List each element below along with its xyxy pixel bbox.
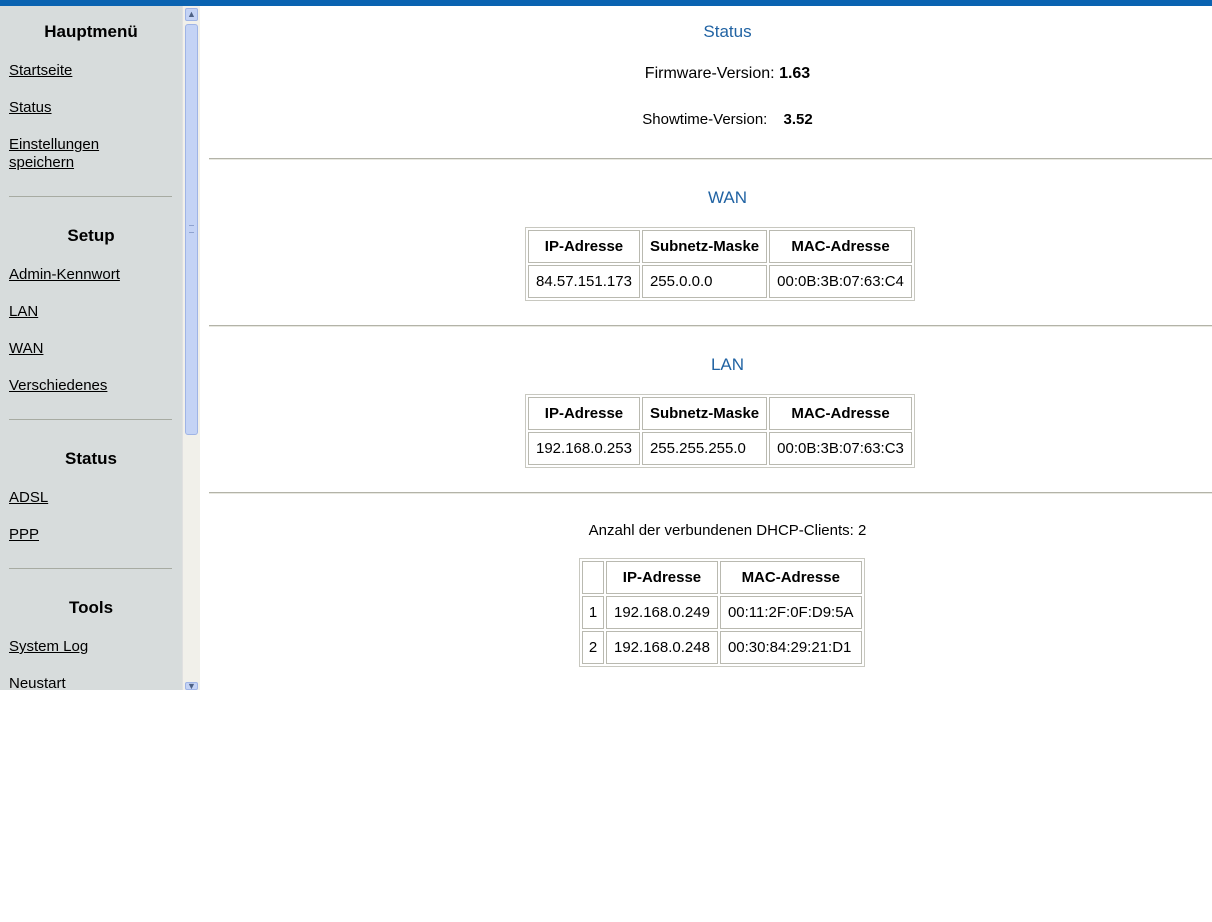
sidebar-divider xyxy=(9,419,172,420)
showtime-version-line: Showtime-Version: 3.52 xyxy=(199,111,1212,128)
dhcp-clients-table: IP-Adresse MAC-Adresse 1 192.168.0.249 0… xyxy=(579,558,865,667)
client-mac: 00:11:2F:0F:D9:5A xyxy=(719,596,862,629)
table-header-row: IP-Adresse Subnetz-Maske MAC-Adresse xyxy=(528,230,912,263)
row-index: 1 xyxy=(582,596,604,629)
column-header: IP-Adresse xyxy=(528,397,640,430)
client-mac: 00:30:84:29:21:D1 xyxy=(719,631,862,664)
client-ip: 192.168.0.249 xyxy=(606,596,718,629)
sidebar-link-admin-kennwort[interactable]: Admin-Kennwort xyxy=(9,266,120,284)
sidebar-link-ppp[interactable]: PPP xyxy=(9,526,39,544)
wan-mac: 00:0B:3B:07:63:C4 xyxy=(769,265,912,298)
sidebar-link-verschiedenes[interactable]: Verschiedenes xyxy=(9,377,107,395)
main-content: Status Firmware-Version: 1.63 Showtime-V… xyxy=(199,6,1212,690)
table-row: 192.168.0.253 255.255.255.0 00:0B:3B:07:… xyxy=(528,432,912,465)
showtime-value: 3.52 xyxy=(783,111,813,128)
column-header: MAC-Adresse xyxy=(769,397,912,430)
grip-icon xyxy=(189,225,194,233)
wan-ip: 84.57.151.173 xyxy=(528,265,640,298)
sidebar-link-lan[interactable]: LAN xyxy=(9,303,38,321)
chevron-up-icon[interactable]: ▲ xyxy=(185,8,198,21)
column-header: Subnetz-Maske xyxy=(641,230,768,263)
sidebar-link-wan[interactable]: WAN xyxy=(9,340,43,358)
sidebar-link-system-log[interactable]: System Log xyxy=(9,638,88,656)
wan-subnet: 255.0.0.0 xyxy=(641,265,768,298)
dhcp-client-count: Anzahl der verbundenen DHCP-Clients: 2 xyxy=(588,522,867,539)
lan-table: IP-Adresse Subnetz-Maske MAC-Adresse 192… xyxy=(525,394,915,468)
column-header: MAC-Adresse xyxy=(719,561,862,594)
sidebar-divider xyxy=(9,196,172,197)
sidebar-heading-main: Hauptmenü xyxy=(44,22,138,41)
sidebar-link-einstellungen-speichern[interactable]: Einstellungen speichern xyxy=(9,136,119,172)
column-header: Subnetz-Maske xyxy=(641,397,768,430)
wan-heading: WAN xyxy=(707,188,748,207)
sidebar-heading-setup: Setup xyxy=(67,226,115,245)
wan-table: IP-Adresse Subnetz-Maske MAC-Adresse 84.… xyxy=(525,227,915,301)
firmware-version-line: Firmware-Version: 1.63 xyxy=(199,65,1212,83)
status-heading: Status xyxy=(703,22,752,41)
firmware-label: Firmware-Version: xyxy=(644,65,775,82)
sidebar-heading-tools: Tools xyxy=(68,598,114,617)
lan-subnet: 255.255.255.0 xyxy=(641,432,768,465)
client-ip: 192.168.0.248 xyxy=(606,631,718,664)
showtime-label: Showtime-Version: xyxy=(642,111,768,128)
sidebar-scrollbar[interactable]: ▲ ▼ xyxy=(182,6,200,691)
lan-mac: 00:0B:3B:07:63:C3 xyxy=(769,432,912,465)
lan-ip: 192.168.0.253 xyxy=(528,432,640,465)
column-header xyxy=(582,561,604,594)
table-row: 1 192.168.0.249 00:11:2F:0F:D9:5A xyxy=(582,596,862,629)
table-header-row: IP-Adresse MAC-Adresse xyxy=(582,561,862,594)
sidebar-link-adsl[interactable]: ADSL xyxy=(9,489,48,507)
section-divider xyxy=(209,158,1212,160)
scrollbar-thumb[interactable] xyxy=(185,24,198,435)
column-header: MAC-Adresse xyxy=(769,230,912,263)
table-row: 2 192.168.0.248 00:30:84:29:21:D1 xyxy=(582,631,862,664)
column-header: IP-Adresse xyxy=(528,230,640,263)
sidebar-nav: Hauptmenü Startseite Status Einstellunge… xyxy=(0,6,182,690)
sidebar-link-neustart[interactable]: Neustart xyxy=(9,675,66,690)
sidebar-heading-status: Status xyxy=(65,449,117,468)
firmware-value: 1.63 xyxy=(779,65,811,82)
column-header: IP-Adresse xyxy=(606,561,718,594)
chevron-down-icon[interactable]: ▼ xyxy=(185,682,198,691)
row-index: 2 xyxy=(582,631,604,664)
sidebar-link-status[interactable]: Status xyxy=(9,99,52,117)
section-divider xyxy=(209,492,1212,494)
section-divider xyxy=(209,325,1212,327)
sidebar-divider xyxy=(9,568,172,569)
table-row: 84.57.151.173 255.0.0.0 00:0B:3B:07:63:C… xyxy=(528,265,912,298)
lan-heading: LAN xyxy=(710,355,745,374)
table-header-row: IP-Adresse Subnetz-Maske MAC-Adresse xyxy=(528,397,912,430)
sidebar-link-startseite[interactable]: Startseite xyxy=(9,62,72,80)
